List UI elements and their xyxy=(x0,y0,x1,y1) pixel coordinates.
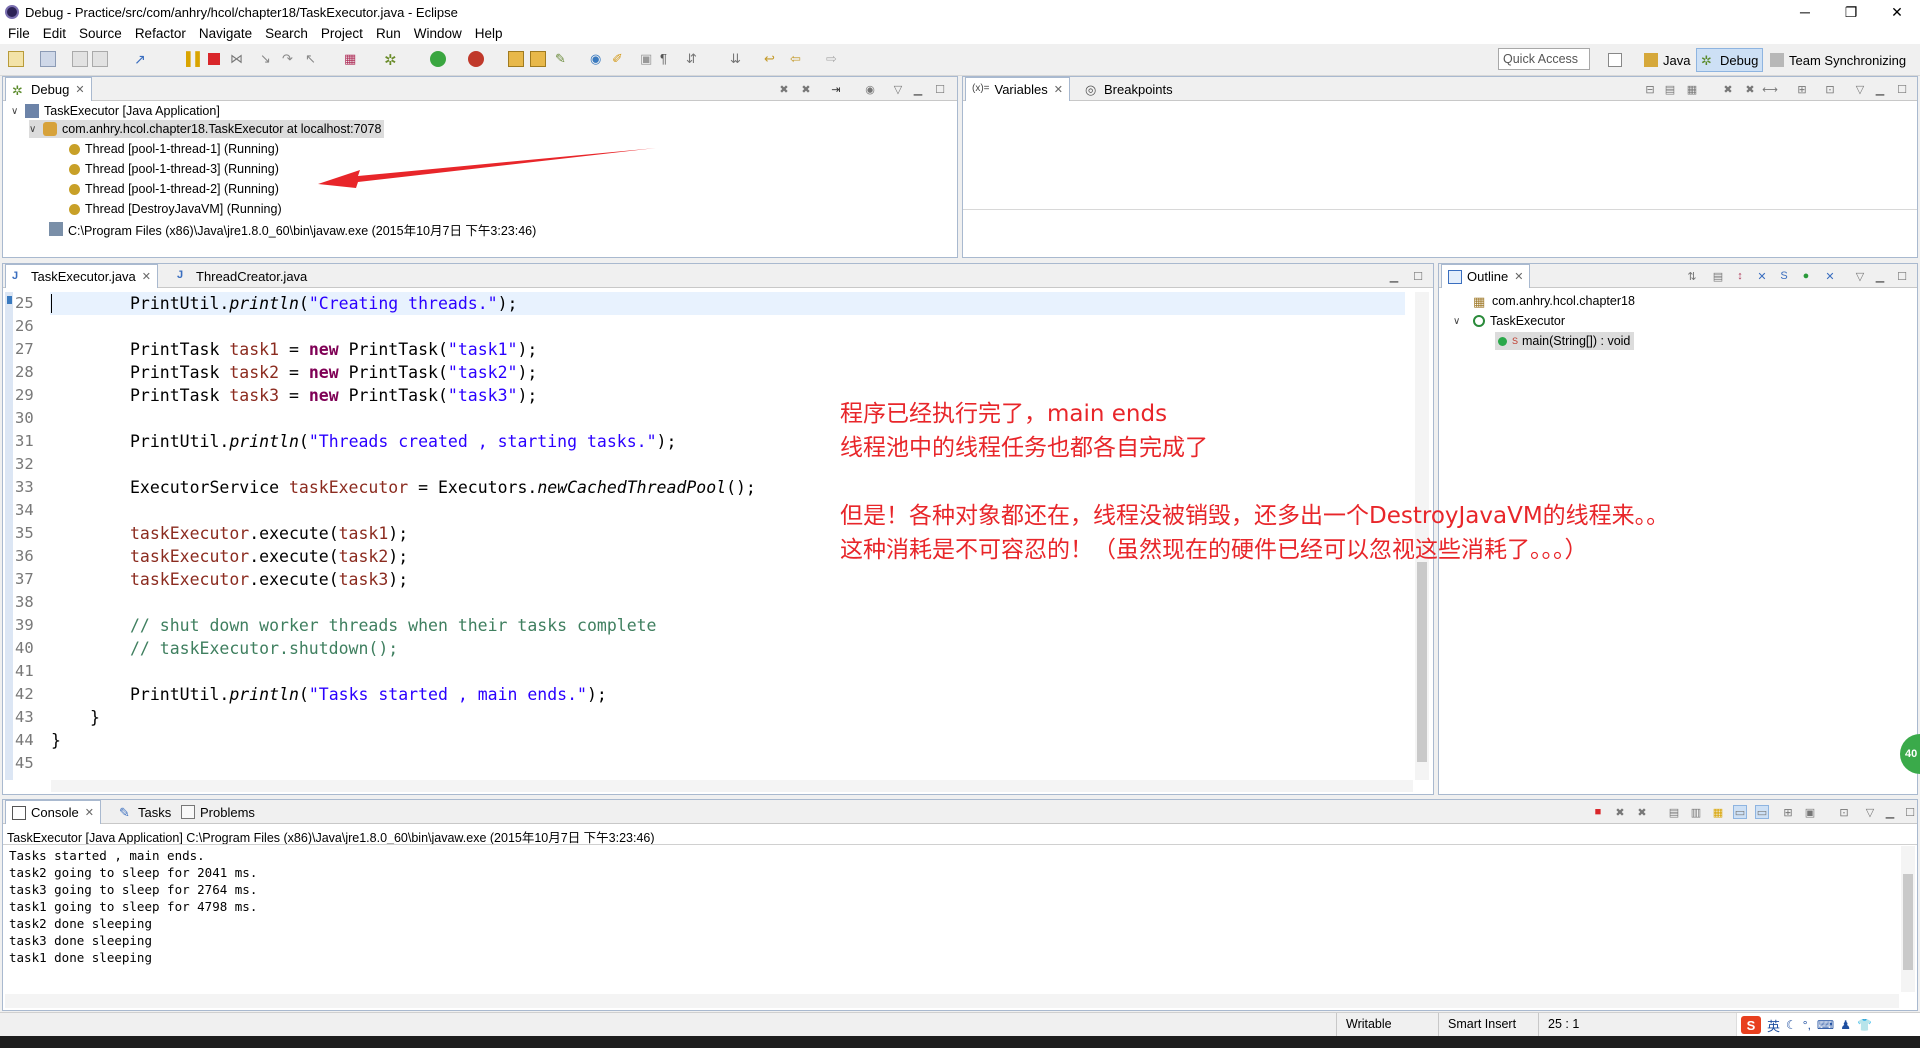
tab-tasks[interactable]: ✎ Tasks xyxy=(113,800,177,824)
word-wrap-icon[interactable]: ▦ xyxy=(1711,805,1725,819)
skin-icon[interactable]: 👕 xyxy=(1857,1018,1872,1032)
pin-console-icon[interactable]: ⊞ xyxy=(1781,805,1795,819)
show-on-stderr-icon[interactable]: ▭ xyxy=(1755,805,1769,819)
tab-problems[interactable]: Problems xyxy=(175,800,261,824)
status-cursor-position: 25 : 1 xyxy=(1548,1017,1580,1031)
user-icon[interactable]: ♟ xyxy=(1840,1018,1851,1032)
ime-toolbar[interactable]: S 英 ☾ °, ⌨ ♟ 👕 xyxy=(1736,1013,1920,1037)
maximize-view-icon[interactable]: ☐ xyxy=(1903,805,1917,819)
scroll-lock-icon[interactable]: ▥ xyxy=(1689,805,1703,819)
keyboard-icon[interactable]: ⌨ xyxy=(1817,1018,1834,1032)
console-line: task2 going to sleep for 2041 ms. xyxy=(9,865,258,880)
moon-icon[interactable]: ☾ xyxy=(1786,1018,1797,1032)
show-on-stdout-icon[interactable]: ▭ xyxy=(1733,805,1747,819)
console-line: task3 going to sleep for 2764 ms. xyxy=(9,882,258,897)
display-console-icon[interactable]: ▣ xyxy=(1803,805,1817,819)
console-view: Console ✕ ✎ Tasks Problems ■ ✖ ✖ ▤ ▥ ▦ ▭… xyxy=(2,799,1918,1011)
scrollbar-thumb[interactable] xyxy=(1903,874,1913,970)
status-insert-mode: Smart Insert xyxy=(1448,1017,1517,1031)
console-line: Tasks started , main ends. xyxy=(9,848,205,863)
os-taskbar xyxy=(0,1036,1920,1048)
remove-launch-icon[interactable]: ✖ xyxy=(1613,805,1627,819)
tasks-icon: ✎ xyxy=(119,805,130,820)
status-divider xyxy=(1336,1013,1337,1037)
tab-problems-label: Problems xyxy=(200,804,255,820)
punctuation-icon[interactable]: °, xyxy=(1803,1018,1811,1032)
console-line: task2 done sleeping xyxy=(9,916,152,931)
close-tab-icon[interactable]: ✕ xyxy=(85,806,94,819)
status-divider xyxy=(1438,1013,1439,1037)
console-vertical-scrollbar[interactable] xyxy=(1901,846,1915,992)
ime-language-label[interactable]: 英 xyxy=(1767,1016,1780,1035)
terminate-console-icon[interactable]: ■ xyxy=(1591,805,1605,819)
problems-icon xyxy=(181,805,195,819)
console-line: task1 going to sleep for 4798 ms. xyxy=(9,899,258,914)
status-writable: Writable xyxy=(1346,1017,1392,1031)
clear-console-icon[interactable]: ▤ xyxy=(1667,805,1681,819)
tab-console[interactable]: Console ✕ xyxy=(5,800,101,824)
remove-all-launches-icon[interactable]: ✖ xyxy=(1635,805,1649,819)
view-menu-icon[interactable]: ▽ xyxy=(1863,805,1877,819)
status-bar: Writable Smart Insert 25 : 1 S 英 ☾ °, ⌨ … xyxy=(0,1012,1920,1037)
console-tabbar: Console ✕ ✎ Tasks Problems ■ ✖ ✖ ▤ ▥ ▦ ▭… xyxy=(3,800,1917,824)
minimize-view-icon[interactable]: ▁ xyxy=(1883,805,1897,819)
tab-console-label: Console xyxy=(31,805,79,820)
console-line: task1 done sleeping xyxy=(9,950,152,965)
console-icon xyxy=(12,805,26,820)
tab-tasks-label: Tasks xyxy=(138,804,172,820)
red-arrow-debug xyxy=(318,148,656,188)
console-line: task3 done sleeping xyxy=(9,933,152,948)
console-header-divider xyxy=(3,844,1917,845)
sogou-ime-icon[interactable]: S xyxy=(1741,1016,1761,1034)
open-console-icon[interactable]: ⊡ xyxy=(1837,805,1851,819)
console-horizontal-scrollbar[interactable] xyxy=(5,994,1899,1008)
status-divider xyxy=(1538,1013,1539,1037)
